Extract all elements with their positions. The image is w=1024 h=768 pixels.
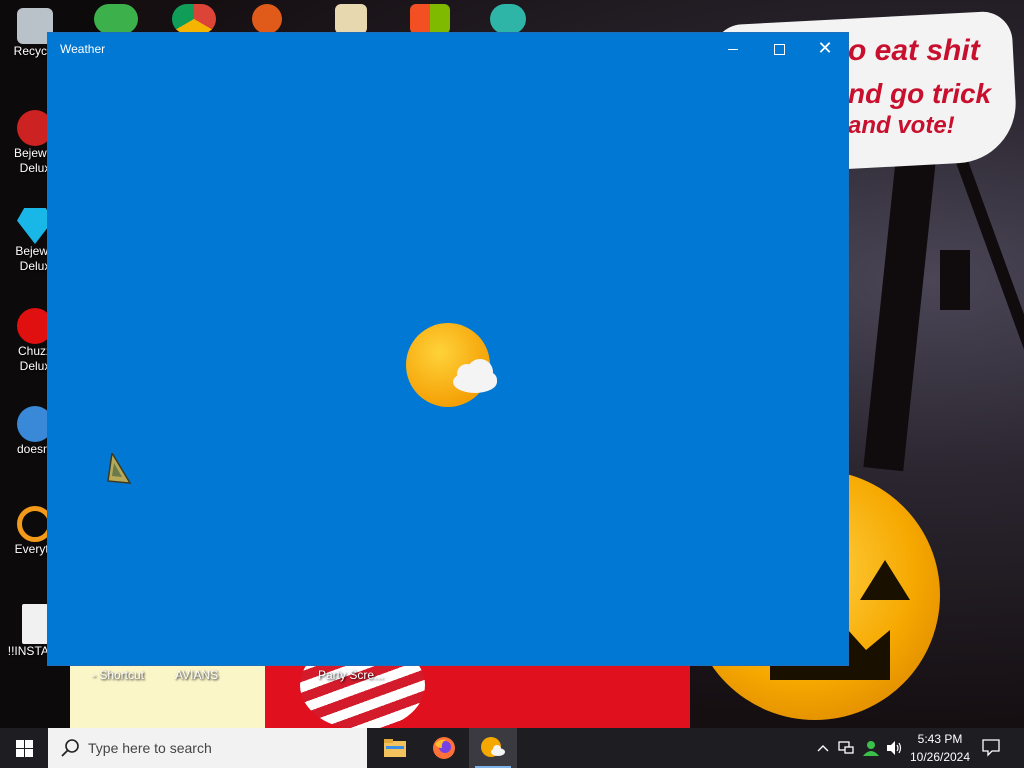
network-button[interactable] [836, 728, 856, 768]
taskbar: Type here to search 5:43 PM 10/26/2024 [0, 728, 1024, 768]
window-titlebar[interactable]: Weather ✕ [48, 33, 848, 65]
text-file-icon [22, 604, 48, 644]
start-button[interactable] [0, 728, 48, 768]
minimize-icon [728, 48, 738, 50]
weather-splash-icon [406, 323, 497, 407]
window-title: Weather [60, 42, 106, 56]
weather-window[interactable]: Weather ✕ [48, 33, 848, 665]
taskbar-search-box[interactable]: Type here to search [48, 728, 367, 768]
chevron-up-icon [817, 745, 829, 752]
search-icon [61, 739, 79, 757]
taskbar-file-explorer[interactable] [371, 728, 419, 768]
minimize-button[interactable] [710, 33, 756, 65]
maximize-button[interactable] [756, 33, 802, 65]
wallpaper-tree [863, 148, 937, 472]
maximize-icon [773, 43, 785, 55]
avatar-icon[interactable] [490, 4, 526, 34]
people-icon[interactable] [94, 4, 138, 34]
desktop-icon-label-avians[interactable]: AVIANS [175, 668, 218, 682]
app-icon[interactable] [252, 4, 282, 34]
notification-center-icon[interactable] [980, 736, 1002, 758]
taskbar-firefox[interactable] [420, 728, 468, 768]
bubble-text-3: and vote! [848, 112, 955, 139]
close-button[interactable]: ✕ [802, 33, 848, 65]
user-tray-icon [863, 741, 879, 756]
paint-icon[interactable] [335, 4, 367, 34]
file-explorer-icon [384, 739, 406, 757]
wallpaper-house [940, 250, 970, 310]
bubble-text-1: o eat shit [848, 34, 980, 67]
taskbar-clock[interactable]: 5:43 PM 10/26/2024 [905, 730, 975, 766]
close-icon: ✕ [817, 38, 833, 59]
windows-logo-icon [15, 739, 33, 757]
show-hidden-icons-button[interactable] [814, 728, 832, 768]
weather-icon [481, 737, 505, 757]
clock-time: 5:43 PM [917, 732, 963, 746]
windows-app-icon[interactable] [410, 4, 450, 34]
taskbar-weather[interactable] [469, 728, 517, 768]
search-placeholder: Type here to search [88, 740, 212, 756]
tray-app-button[interactable] [860, 728, 882, 768]
desktop-icon-label-party[interactable]: Party Scre... [318, 668, 384, 682]
clock-date: 10/26/2024 [909, 750, 971, 764]
desktop-icon-label-shortcut[interactable]: - Shortcut [92, 668, 144, 682]
chrome-icon[interactable] [172, 4, 216, 34]
firefox-icon [433, 737, 455, 759]
mouse-cursor-icon [107, 453, 132, 484]
volume-button[interactable] [884, 728, 904, 768]
bubble-text-2: nd go trick [848, 78, 992, 109]
volume-icon [887, 741, 902, 755]
network-icon [838, 741, 854, 754]
